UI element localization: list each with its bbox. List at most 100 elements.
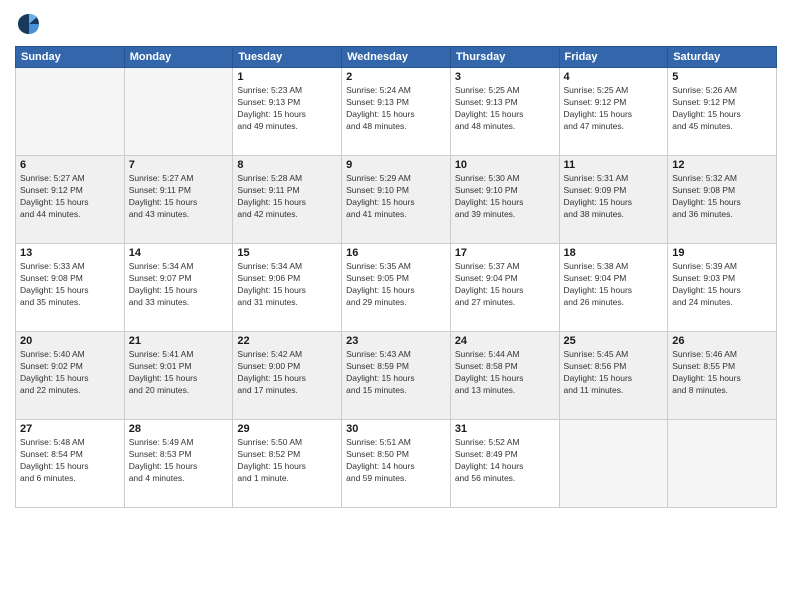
weekday-header: Friday [559,47,668,68]
day-info: Sunrise: 5:35 AM Sunset: 9:05 PM Dayligh… [346,261,446,309]
calendar-day-cell: 26 Sunrise: 5:46 AM Sunset: 8:55 PM Dayli… [668,332,777,420]
calendar-day-cell: 31 Sunrise: 5:52 AM Sunset: 8:49 PM Dayli… [450,420,559,508]
calendar-day-cell: 1Sunrise: 5:23 AM Sunset: 9:13 PM Daylig… [233,68,342,156]
calendar-day-cell: 6 Sunrise: 5:27 AM Sunset: 9:12 PM Daylig… [16,156,125,244]
day-number: 5 [672,71,772,83]
weekday-header: Tuesday [233,47,342,68]
day-number: 14 [129,247,229,259]
day-info: Sunrise: 5:27 AM Sunset: 9:12 PM Dayligh… [20,173,120,221]
logo [15,10,47,38]
calendar-day-cell: 30 Sunrise: 5:51 AM Sunset: 8:50 PM Dayli… [342,420,451,508]
calendar-day-cell: 14 Sunrise: 5:34 AM Sunset: 9:07 PM Dayli… [124,244,233,332]
weekday-header: Thursday [450,47,559,68]
day-number: 29 [237,423,337,435]
day-info: Sunrise: 5:45 AM Sunset: 8:56 PM Dayligh… [564,349,664,397]
header [15,10,777,38]
day-number: 6 [20,159,120,171]
calendar-day-cell: 18 Sunrise: 5:38 AM Sunset: 9:04 PM Dayli… [559,244,668,332]
calendar-day-cell: 20 Sunrise: 5:40 AM Sunset: 9:02 PM Dayli… [16,332,125,420]
day-info: Sunrise: 5:33 AM Sunset: 9:08 PM Dayligh… [20,261,120,309]
calendar-day-cell: 12 Sunrise: 5:32 AM Sunset: 9:08 PM Dayli… [668,156,777,244]
page: SundayMondayTuesdayWednesdayThursdayFrid… [0,0,792,612]
day-number: 22 [237,335,337,347]
day-number: 3 [455,71,555,83]
calendar-day-cell: 13 Sunrise: 5:33 AM Sunset: 9:08 PM Dayli… [16,244,125,332]
day-info: Sunrise: 5:38 AM Sunset: 9:04 PM Dayligh… [564,261,664,309]
weekday-header-row: SundayMondayTuesdayWednesdayThursdayFrid… [16,47,777,68]
weekday-header: Sunday [16,47,125,68]
day-number: 31 [455,423,555,435]
day-info: Sunrise: 5:27 AM Sunset: 9:11 PM Dayligh… [129,173,229,221]
day-info: Sunrise: 5:30 AM Sunset: 9:10 PM Dayligh… [455,173,555,221]
calendar-week-row: 27Sunrise: 5:48 AM Sunset: 8:54 PM Dayli… [16,420,777,508]
day-info: Sunrise: 5:42 AM Sunset: 9:00 PM Dayligh… [237,349,337,397]
day-number: 15 [237,247,337,259]
day-number: 12 [672,159,772,171]
calendar-day-cell: 2 Sunrise: 5:24 AM Sunset: 9:13 PM Daylig… [342,68,451,156]
day-number: 24 [455,335,555,347]
day-info: Sunrise: 5:31 AM Sunset: 9:09 PM Dayligh… [564,173,664,221]
calendar-day-cell: 10 Sunrise: 5:30 AM Sunset: 9:10 PM Dayli… [450,156,559,244]
calendar-day-cell: 27Sunrise: 5:48 AM Sunset: 8:54 PM Dayli… [16,420,125,508]
day-info: Sunrise: 5:29 AM Sunset: 9:10 PM Dayligh… [346,173,446,221]
calendar-day-cell: 25 Sunrise: 5:45 AM Sunset: 8:56 PM Dayli… [559,332,668,420]
day-number: 25 [564,335,664,347]
day-info: Sunrise: 5:34 AM Sunset: 9:07 PM Dayligh… [129,261,229,309]
day-info: Sunrise: 5:26 AM Sunset: 9:12 PM Dayligh… [672,85,772,133]
calendar-day-cell: 24 Sunrise: 5:44 AM Sunset: 8:58 PM Dayli… [450,332,559,420]
logo-icon [15,10,43,38]
day-number: 19 [672,247,772,259]
day-info: Sunrise: 5:50 AM Sunset: 8:52 PM Dayligh… [237,437,337,485]
day-number: 26 [672,335,772,347]
day-info: Sunrise: 5:49 AM Sunset: 8:53 PM Dayligh… [129,437,229,485]
calendar-day-cell: 4 Sunrise: 5:25 AM Sunset: 9:12 PM Daylig… [559,68,668,156]
calendar-day-cell: 15 Sunrise: 5:34 AM Sunset: 9:06 PM Dayli… [233,244,342,332]
calendar: SundayMondayTuesdayWednesdayThursdayFrid… [15,46,777,508]
day-info: Sunrise: 5:52 AM Sunset: 8:49 PM Dayligh… [455,437,555,485]
day-number: 13 [20,247,120,259]
calendar-day-cell: 29 Sunrise: 5:50 AM Sunset: 8:52 PM Dayli… [233,420,342,508]
calendar-day-cell: 8Sunrise: 5:28 AM Sunset: 9:11 PM Daylig… [233,156,342,244]
day-info: Sunrise: 5:40 AM Sunset: 9:02 PM Dayligh… [20,349,120,397]
day-number: 30 [346,423,446,435]
calendar-day-cell: 7 Sunrise: 5:27 AM Sunset: 9:11 PM Daylig… [124,156,233,244]
calendar-week-row: 6 Sunrise: 5:27 AM Sunset: 9:12 PM Daylig… [16,156,777,244]
day-number: 21 [129,335,229,347]
day-number: 10 [455,159,555,171]
day-number: 2 [346,71,446,83]
day-info: Sunrise: 5:32 AM Sunset: 9:08 PM Dayligh… [672,173,772,221]
day-info: Sunrise: 5:25 AM Sunset: 9:13 PM Dayligh… [455,85,555,133]
day-info: Sunrise: 5:25 AM Sunset: 9:12 PM Dayligh… [564,85,664,133]
calendar-day-cell: 17Sunrise: 5:37 AM Sunset: 9:04 PM Dayli… [450,244,559,332]
day-number: 20 [20,335,120,347]
calendar-day-cell: 28 Sunrise: 5:49 AM Sunset: 8:53 PM Dayli… [124,420,233,508]
calendar-day-cell [16,68,125,156]
weekday-header: Saturday [668,47,777,68]
calendar-week-row: 1Sunrise: 5:23 AM Sunset: 9:13 PM Daylig… [16,68,777,156]
day-info: Sunrise: 5:44 AM Sunset: 8:58 PM Dayligh… [455,349,555,397]
day-info: Sunrise: 5:28 AM Sunset: 9:11 PM Dayligh… [237,173,337,221]
day-info: Sunrise: 5:51 AM Sunset: 8:50 PM Dayligh… [346,437,446,485]
calendar-week-row: 13 Sunrise: 5:33 AM Sunset: 9:08 PM Dayli… [16,244,777,332]
day-info: Sunrise: 5:24 AM Sunset: 9:13 PM Dayligh… [346,85,446,133]
calendar-body: 1Sunrise: 5:23 AM Sunset: 9:13 PM Daylig… [16,68,777,508]
calendar-day-cell: 3 Sunrise: 5:25 AM Sunset: 9:13 PM Daylig… [450,68,559,156]
day-number: 4 [564,71,664,83]
day-number: 18 [564,247,664,259]
day-info: Sunrise: 5:34 AM Sunset: 9:06 PM Dayligh… [237,261,337,309]
day-number: 23 [346,335,446,347]
calendar-day-cell: 16Sunrise: 5:35 AM Sunset: 9:05 PM Dayli… [342,244,451,332]
day-info: Sunrise: 5:41 AM Sunset: 9:01 PM Dayligh… [129,349,229,397]
weekday-header: Wednesday [342,47,451,68]
day-number: 28 [129,423,229,435]
calendar-day-cell: 22 Sunrise: 5:42 AM Sunset: 9:00 PM Dayli… [233,332,342,420]
calendar-day-cell: 19 Sunrise: 5:39 AM Sunset: 9:03 PM Dayli… [668,244,777,332]
calendar-week-row: 20 Sunrise: 5:40 AM Sunset: 9:02 PM Dayli… [16,332,777,420]
calendar-day-cell [668,420,777,508]
day-number: 7 [129,159,229,171]
day-number: 11 [564,159,664,171]
calendar-day-cell [559,420,668,508]
day-info: Sunrise: 5:39 AM Sunset: 9:03 PM Dayligh… [672,261,772,309]
day-info: Sunrise: 5:23 AM Sunset: 9:13 PM Dayligh… [237,85,337,133]
day-info: Sunrise: 5:46 AM Sunset: 8:55 PM Dayligh… [672,349,772,397]
